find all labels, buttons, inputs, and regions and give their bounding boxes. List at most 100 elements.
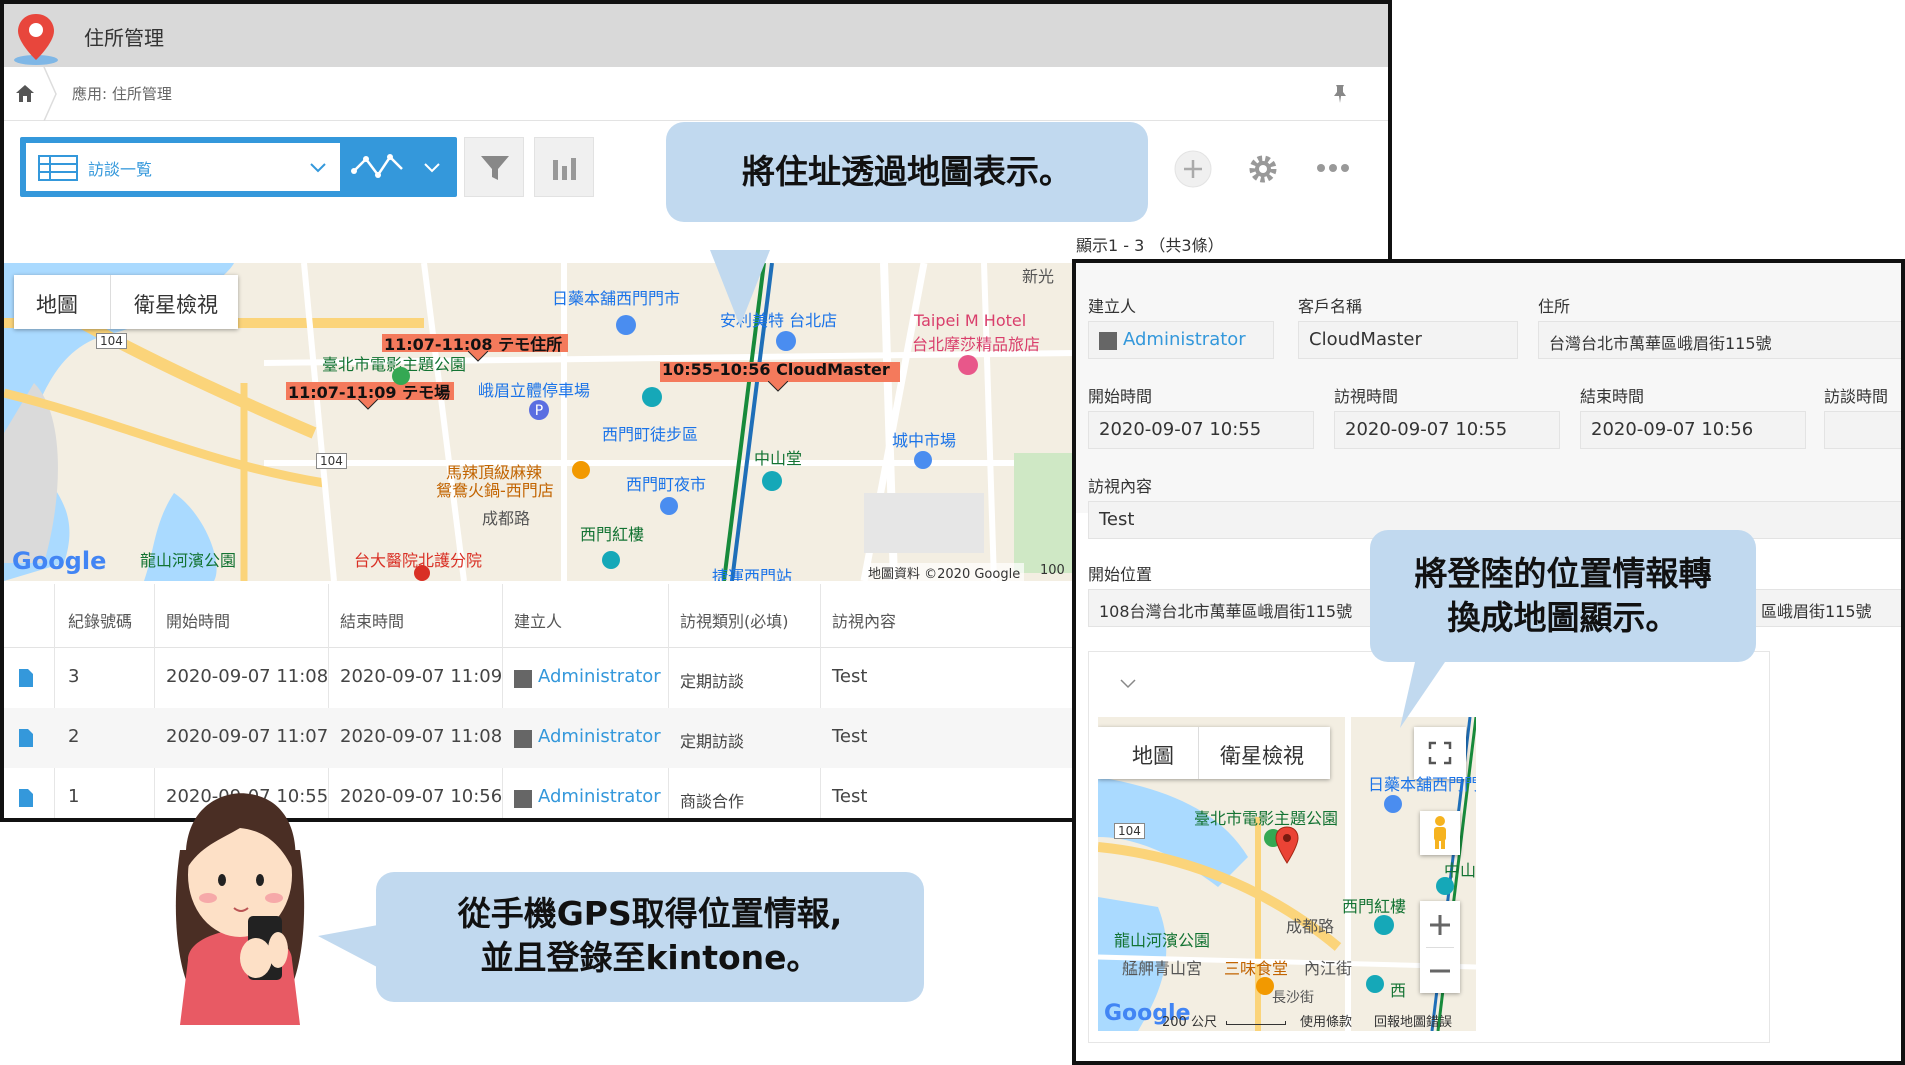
zoom-divider [1426,947,1454,948]
view-selector[interactable]: 訪談一覧 [20,137,457,197]
user-icon [514,730,532,748]
detail-map[interactable]: 地圖 衛星檢視 日藥本舖西門門 臺北市電影主題公園 西門紅樓 成都路 龍山河濱公… [1098,717,1476,1031]
customer-value: CloudMaster [1309,329,1422,350]
record-category: 定期訪談 [680,732,745,751]
detail-top-section [1076,263,1901,513]
chevron-down-icon[interactable] [422,161,442,175]
creator-link[interactable]: Administrator [538,726,661,747]
column-header[interactable]: 訪視內容 [832,608,896,632]
place-label: 龍山河濱公園 [140,551,237,570]
place-label: 台北摩莎精品旅店 [912,335,1041,354]
record-id: 1 [68,786,80,807]
satellite-tab[interactable]: 衛星檢視 [1220,740,1304,770]
creator-link[interactable]: Administrator [538,666,661,687]
map-tab[interactable]: 地圖 [1132,740,1174,770]
record-end: 2020-09-07 10:56 [340,786,503,807]
attraction-pin-icon [1436,877,1454,895]
breadcrumb-app-link[interactable]: 應用: 住所管理 [72,83,172,104]
shop-pin-icon [660,497,678,515]
road-badge: 104 [316,453,347,469]
more-options-icon[interactable] [1316,162,1350,174]
chevron-down-icon [310,163,326,173]
google-logo: Google [12,547,107,575]
zoom-out-icon[interactable] [1428,959,1452,983]
location-value: 108台灣台北市萬華區峨眉街115號 [1099,602,1353,621]
place-label: 城中市場 [892,431,957,450]
pin-icon[interactable] [1330,83,1350,105]
app-title: 住所管理 [84,26,164,50]
start-time-field: 2020-09-07 10:55 [1088,411,1314,449]
shop-pin-icon [1366,975,1384,993]
creator-link[interactable]: Administrator [538,786,661,807]
place-label: 臺北市電影主題公園 [1194,809,1339,828]
location-value-right: 區峨眉街115號 [1761,602,1872,621]
shop-pin-icon [776,331,796,351]
satellite-tab[interactable]: 衛星檢視 [134,289,218,319]
creator-link[interactable]: Administrator [1123,329,1246,350]
address-label: 住所 [1538,297,1571,316]
location-pin-icon[interactable] [1274,825,1300,865]
map-scale: 200 公尺 [1162,1015,1217,1030]
visit-time-field: 2020-09-07 10:55 [1334,411,1560,449]
street-label: 成都路 [1286,917,1335,936]
record-end: 2020-09-07 11:08 [340,726,503,747]
list-view-icon [38,155,78,181]
street-view-button[interactable] [1420,811,1460,855]
graph-icon[interactable] [350,149,406,185]
main-map[interactable]: 地圖 衛星檢視 11:07-11:08 テモ住所 11:07-11:09 テモ場… [4,263,1076,581]
column-header[interactable]: 開始時間 [166,608,230,632]
map-tab-divider [110,275,111,329]
callout-map-display: 將住址透過地圖表示。 [666,122,1148,222]
record-end: 2020-09-07 11:09 [340,666,503,687]
record-detail-icon[interactable] [18,728,34,748]
pharmacy-pin-icon [616,315,636,335]
table-row[interactable]: 3 2020-09-07 11:08 2020-09-07 11:09 Admi… [4,648,1076,708]
camera-pin-icon [642,387,662,407]
bar-chart-icon [553,158,576,180]
user-icon [514,670,532,688]
place-label: 中山堂 [754,449,803,468]
record-start: 2020-09-07 11:07 [166,726,329,747]
end-time-value: 2020-09-07 10:56 [1591,419,1754,440]
place-label: 西門町徒步區 [602,425,699,444]
user-with-phone-illustration [175,793,305,1025]
map-terms-link[interactable]: 使用條款 [1300,1011,1352,1030]
creator-field: Administrator [1088,321,1274,359]
interview-time-field [1824,411,1901,449]
road-badge: 104 [1114,823,1145,839]
zoom-in-icon[interactable] [1428,913,1452,937]
hotel-pin-icon [958,355,978,375]
record-detail-icon[interactable] [18,788,34,808]
callout-gps: 從手機GPS取得位置情報, 並且登錄至kintone。 [376,872,924,1002]
place-label: 日藥本舖西門門 [1368,775,1476,794]
callout-text: 換成地圖顯示。 [1447,598,1679,637]
customer-label: 客戶名稱 [1298,297,1363,316]
hospital-pin-icon [414,565,430,581]
map-tab-divider [1198,727,1199,779]
table-row[interactable]: 2 2020-09-07 11:07 2020-09-07 11:08 Admi… [4,708,1076,768]
start-time-label: 開始時間 [1088,387,1153,406]
map-tab[interactable]: 地圖 [36,289,78,319]
record-start: 2020-09-07 11:08 [166,666,329,687]
table-header: 紀錄號碼 開始時間 結束時間 建立人 訪視類別(必填) 訪視內容 [4,584,1076,648]
callout-text: 並且登錄至kintone。 [480,938,820,977]
breadcrumb: 應用: 住所管理 [4,67,1388,121]
add-record-icon[interactable] [1174,150,1212,188]
record-detail-icon[interactable] [18,668,34,688]
view-dropdown[interactable]: 訪談一覧 [26,143,340,191]
pharmacy-pin-icon [1384,795,1402,813]
location-label: 開始位置 [1088,565,1153,584]
column-header[interactable]: 紀錄號碼 [68,608,132,632]
map-report-link[interactable]: 回報地圖錯誤 [1374,1011,1452,1030]
column-header[interactable]: 建立人 [514,608,562,632]
home-icon[interactable] [14,83,36,105]
map-scale: 100 [1040,563,1065,578]
app-logo-icon[interactable] [10,10,62,66]
place-label: 龍山河濱公園 [1114,931,1211,950]
column-header[interactable]: 訪視類別(必填) [680,608,789,632]
marker-pointer-icon [468,351,488,362]
gear-icon[interactable] [1246,152,1280,186]
column-header[interactable]: 結束時間 [340,608,404,632]
graph-button[interactable] [534,137,594,197]
filter-button[interactable] [464,137,524,197]
